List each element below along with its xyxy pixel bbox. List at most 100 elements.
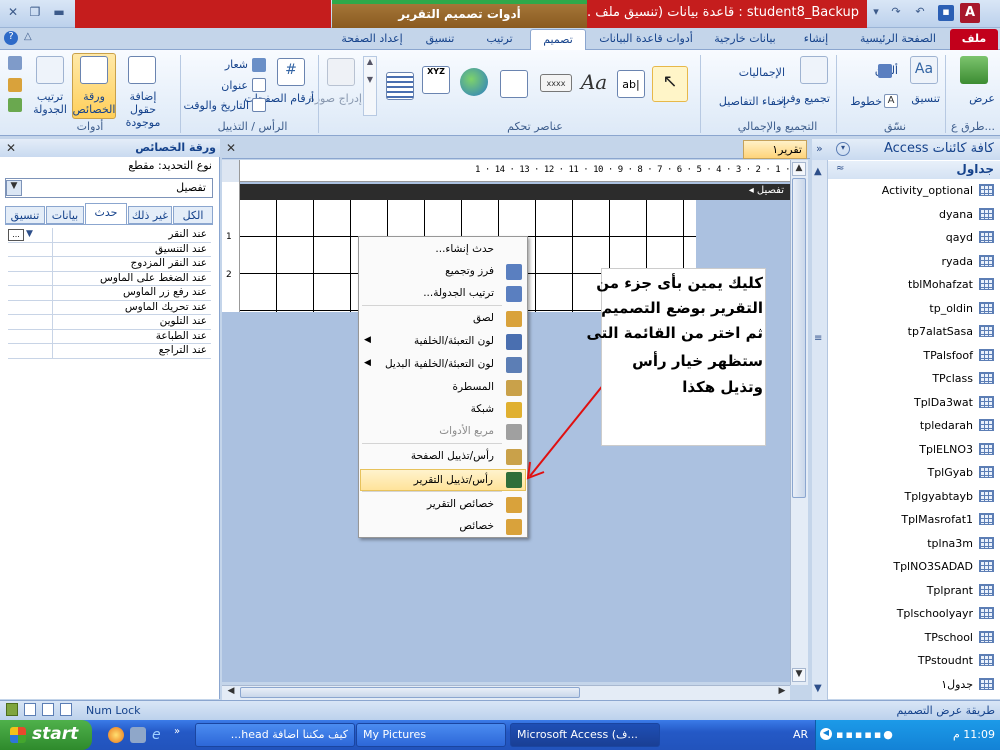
show-desktop-icon[interactable] xyxy=(130,727,146,743)
nav-scroll-down-icon[interactable]: ▼ xyxy=(814,683,822,694)
nav-table-item[interactable]: dyana xyxy=(840,204,1000,228)
page-numbers-label[interactable]: أرقام الصفحات xyxy=(244,92,314,105)
nav-table-item[interactable]: qayd xyxy=(840,227,1000,251)
property-tab-other[interactable]: غير ذلك xyxy=(128,206,172,224)
subform-icon[interactable] xyxy=(8,56,22,70)
horizontal-scroll-thumb[interactable] xyxy=(240,687,580,698)
property-row[interactable]: عند الطباعة xyxy=(8,330,211,344)
selection-dropdown[interactable]: تفصيل xyxy=(5,178,213,198)
context-menu-item[interactable]: لصق xyxy=(360,308,526,330)
document-close-icon[interactable]: ✕ xyxy=(226,141,236,155)
scroll-right-icon[interactable]: ▶ xyxy=(775,686,789,699)
context-menu-item[interactable]: لون التعبئة/الخلفية xyxy=(360,331,526,353)
ribbon-collapse-icon[interactable]: △ xyxy=(24,31,32,42)
date-time-button-label[interactable]: التاريخ والوقت xyxy=(175,99,249,112)
qat-customize-icon[interactable]: ▾ xyxy=(868,5,884,21)
label-control-icon[interactable]: Aa xyxy=(580,70,608,98)
restore-window-icon[interactable]: ❐ xyxy=(26,5,44,21)
context-menu-item[interactable]: لون التعبئة/الخلفية البديل xyxy=(360,354,526,376)
nav-table-item[interactable]: TPclass xyxy=(840,368,1000,392)
property-row[interactable]: عند التلوين xyxy=(8,315,211,330)
taskbar-access-button[interactable]: Microsoft Access (ف... xyxy=(510,723,660,747)
nav-table-item[interactable]: TPstoudnt xyxy=(840,650,1000,674)
add-existing-fields-icon[interactable] xyxy=(128,56,156,84)
title-button-label[interactable]: عنوان xyxy=(200,79,248,92)
nav-table-item[interactable]: TplGyab xyxy=(840,462,1000,486)
navigation-control-icon[interactable] xyxy=(386,72,414,100)
tab-design[interactable]: تصميم xyxy=(530,29,586,50)
nav-table-item[interactable]: TplELNO3 xyxy=(840,439,1000,463)
access-app-icon[interactable]: A xyxy=(960,3,980,23)
property-tab-data[interactable]: بيانات xyxy=(46,206,84,224)
fonts-button-label[interactable]: خطوط xyxy=(838,95,882,108)
tab-database-tools[interactable]: أدوات قاعدة البيانات xyxy=(590,29,702,50)
report-view-icon[interactable] xyxy=(60,703,72,716)
view-icon[interactable] xyxy=(960,56,988,84)
property-row[interactable]: عند تحريك الماوس xyxy=(8,301,211,315)
nav-collapse-icon[interactable]: » xyxy=(816,142,823,155)
taskbar-browser-button[interactable]: كيف مكننا اضافة head... xyxy=(195,723,355,747)
insert-image-icon[interactable] xyxy=(327,58,355,86)
vertical-scroll-thumb[interactable] xyxy=(792,178,806,498)
context-menu-item[interactable]: شبكة xyxy=(360,399,526,421)
format-text-icon[interactable]: Aa xyxy=(910,56,938,84)
property-row[interactable]: عند رفع زر الماوس xyxy=(8,286,211,301)
tray-icons[interactable]: ▪▪▪▪▪● xyxy=(836,728,926,742)
hide-details-button-label[interactable]: إخفاء التفاصيل xyxy=(700,95,786,108)
nav-table-item[interactable]: tblMohafzat xyxy=(840,274,1000,298)
tab-file[interactable]: ملف xyxy=(950,29,998,50)
tray-expand-icon[interactable]: ◀ xyxy=(820,728,832,740)
property-row[interactable]: عند التراجع xyxy=(8,344,211,359)
view-code-icon[interactable] xyxy=(8,78,22,92)
nav-group-tables[interactable]: جداول xyxy=(828,161,1000,179)
context-menu-item[interactable]: ترتيب الجدولة... xyxy=(360,283,526,305)
minimize-window-icon[interactable]: ▬ xyxy=(50,5,68,21)
quicklaunch-expand-icon[interactable]: » xyxy=(174,726,180,737)
nav-table-item[interactable]: Tplgyabtayb xyxy=(840,486,1000,510)
context-menu-item[interactable]: خصائص التقرير xyxy=(360,494,526,516)
context-menu-item[interactable]: حدث إنشاء... xyxy=(360,239,526,261)
totals-button-label[interactable]: الإجماليات xyxy=(705,66,785,79)
save-icon[interactable]: ▪ xyxy=(938,5,954,21)
nav-table-item[interactable]: TplNO3SADAD xyxy=(840,556,1000,580)
format-button-label[interactable]: تنسيق xyxy=(895,92,940,105)
builder-button[interactable]: ... xyxy=(8,229,24,241)
help-icon[interactable]: ? xyxy=(4,31,18,45)
close-window-icon[interactable]: ✕ xyxy=(4,5,22,21)
nav-table-item[interactable]: Tplschoolyayr xyxy=(840,603,1000,627)
scroll-up-icon[interactable]: ▲ xyxy=(792,162,806,176)
nav-table-item[interactable]: tp_oldin xyxy=(840,298,1000,322)
design-view-icon[interactable] xyxy=(6,703,18,716)
context-menu-item[interactable]: فرز وتجميع xyxy=(360,261,526,283)
nav-table-item[interactable]: Tplprant xyxy=(840,580,1000,604)
language-indicator[interactable]: AR xyxy=(793,728,808,741)
nav-table-item[interactable]: tp7alatSasa xyxy=(840,321,1000,345)
view-button-label[interactable]: عرض xyxy=(955,92,995,105)
property-row[interactable]: عند الضغط على الماوس xyxy=(8,272,211,286)
nav-scroll-up-icon[interactable]: ▲ xyxy=(814,166,822,177)
button-control-icon[interactable]: xxxx xyxy=(540,74,572,92)
nav-table-item[interactable]: TplDa3wat xyxy=(840,392,1000,416)
insert-image-label[interactable]: إدراج صورة xyxy=(309,92,362,105)
print-preview-icon[interactable] xyxy=(42,703,54,716)
taskbar-pictures-button[interactable]: My Pictures xyxy=(356,723,506,747)
web-browser-control-icon[interactable]: XYZ xyxy=(422,66,450,94)
page-numbers-icon[interactable]: # xyxy=(277,58,305,86)
nav-table-item[interactable]: tplna3m xyxy=(840,533,1000,557)
context-menu-item[interactable]: رأس/تذييل الصفحة xyxy=(360,446,526,468)
group-sort-icon[interactable] xyxy=(800,56,828,84)
ie-quicklaunch-icon[interactable]: e xyxy=(152,727,168,743)
tab-arrange[interactable]: ترتيب xyxy=(472,29,527,50)
nav-splitter-icon[interactable]: ≡ xyxy=(814,333,822,344)
tab-home[interactable]: الصفحة الرئيسية xyxy=(850,29,946,50)
document-tab[interactable]: تقرير١ xyxy=(743,140,807,159)
context-menu-item[interactable]: المسطرة xyxy=(360,377,526,399)
scroll-down-icon[interactable]: ▼ xyxy=(792,668,806,682)
controls-gallery-scroll[interactable]: ▲ ▼ xyxy=(363,56,377,116)
detail-section-bar[interactable]: تفصيل ◂ xyxy=(240,184,790,200)
context-menu-item[interactable]: مربع الأدوات xyxy=(360,421,526,443)
convert-macros-icon[interactable] xyxy=(8,98,22,112)
textbox-control-icon[interactable]: ab| xyxy=(617,70,645,98)
group-sort-button-label[interactable]: تجميع وفرز xyxy=(779,92,830,105)
context-menu-item[interactable]: رأس/تذييل التقرير xyxy=(360,469,526,491)
